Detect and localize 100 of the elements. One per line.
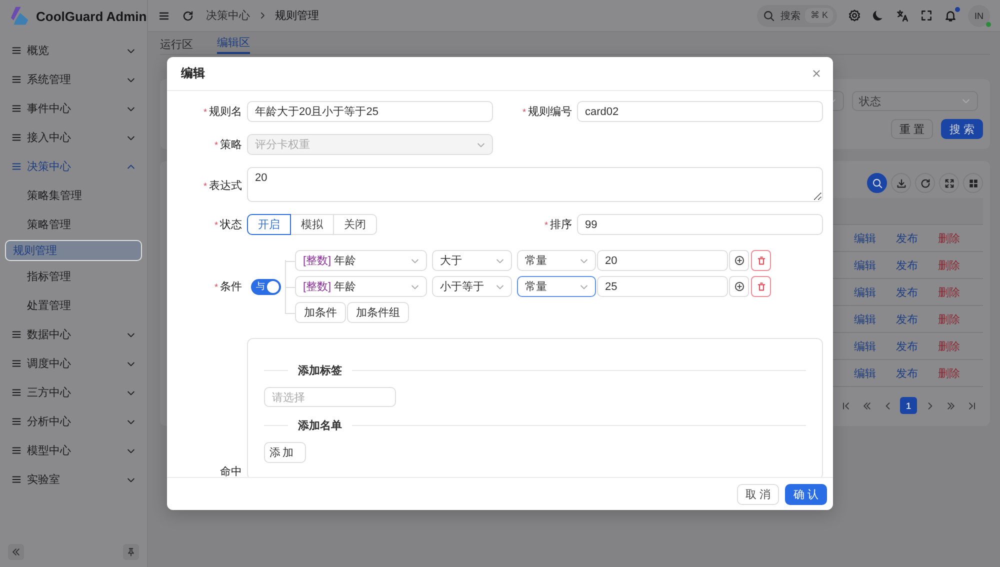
chevron-right-icon [258,11,267,20]
breadcrumb-item[interactable]: 决策中心 [206,8,250,23]
value-field[interactable]: 20 [597,250,728,271]
layout-button[interactable] [963,173,983,193]
delete-button[interactable] [751,276,771,297]
menu-item[interactable]: 接入中心 [5,123,142,152]
plus-circle-icon [734,281,744,292]
required-mark: * [203,180,207,190]
action-link[interactable]: 编辑 [854,258,876,272]
required-mark: * [203,106,207,116]
menu-icon [11,358,22,369]
logo-icon [8,5,30,27]
action-link[interactable]: 编辑 [854,338,876,354]
action-link[interactable]: 编辑 [854,284,876,300]
submenu-item[interactable]: 指标管理 [5,263,142,290]
submenu-item[interactable]: 处置管理 [5,292,142,319]
action-link[interactable]: 发布 [896,230,918,246]
logic-switch[interactable]: 与 [251,278,281,294]
add-button[interactable] [729,250,749,271]
menu-item[interactable]: 概览 [5,36,142,65]
rule-code-field[interactable]: card02 [577,101,823,122]
menu-icon [11,329,22,340]
search-button[interactable]: 搜索 [941,119,983,139]
status-option[interactable]: 关闭 [334,214,377,235]
double-chevron-right-icon [946,400,956,410]
confirm-button[interactable]: 确认 [785,484,827,504]
fullscreen-icon[interactable] [920,9,933,22]
action-link[interactable]: 发布 [896,338,918,354]
reset-button[interactable]: 重置 [891,119,933,139]
value-type-select[interactable]: 常量 [517,250,596,271]
field-label: 规则编号 [528,105,572,119]
status-option[interactable]: 模拟 [291,214,334,235]
submenu-item[interactable]: 策略集管理 [5,182,142,209]
field-select[interactable]: [整数] 年龄 [295,276,427,297]
menu-icon [11,474,22,485]
menu-item[interactable]: 模型中心 [5,436,142,465]
action-link[interactable]: 发布 [896,366,918,380]
menu-item[interactable]: 分析中心 [5,407,142,436]
expression-field[interactable]: 20 [247,167,823,202]
add-button[interactable] [729,276,749,297]
download-button[interactable] [891,173,911,193]
field-label: 条件 [220,280,242,294]
menu-item[interactable]: 调度中心 [5,349,142,378]
operator-select[interactable]: 小于等于 [432,276,512,297]
shortcut-badge: ⌘ K [805,8,833,23]
search-button[interactable]: 搜索 ⌘ K [757,4,837,26]
refresh-button[interactable] [915,173,935,193]
tab[interactable]: 编辑区 [217,35,250,54]
menu-item[interactable]: 系统管理 [5,65,142,94]
trash-icon [756,281,766,292]
menu-item[interactable]: 三方中心 [5,378,142,407]
action-link[interactable]: 发布 [896,312,918,326]
menu-icon[interactable] [158,10,170,22]
translate-icon[interactable] [896,9,909,22]
add-button[interactable]: 添加 [264,442,306,463]
menu-item[interactable]: 数据中心 [5,320,142,349]
value-type-select[interactable]: 常量 [517,276,596,297]
action-link[interactable]: 发布 [896,284,918,300]
menu-icon [11,103,22,114]
required-mark: * [214,220,218,230]
order-field[interactable]: 99 [577,214,823,235]
submenu-item[interactable]: 策略管理 [5,211,142,238]
delete-button[interactable] [751,250,771,271]
action-link[interactable]: 编辑 [854,312,876,326]
bell-icon[interactable] [944,9,957,22]
required-mark: * [214,282,218,292]
submenu-item[interactable]: 规则管理 [5,240,142,261]
status-select[interactable]: 状态 [852,91,978,111]
menu-item[interactable]: 事件中心 [5,94,142,123]
action-link[interactable]: 编辑 [854,366,876,380]
field-select[interactable]: [整数] 年龄 [295,250,427,271]
fullscreen-button[interactable] [939,173,959,193]
refresh-icon[interactable] [182,10,194,22]
action-link[interactable]: 编辑 [854,230,876,246]
menu-icon [11,445,22,456]
status-option[interactable]: 开启 [247,214,291,235]
cancel-button[interactable]: 取消 [737,484,779,504]
settings-icon[interactable] [848,9,861,22]
operator-select[interactable]: 大于 [432,250,512,271]
search-button[interactable] [867,173,887,193]
action-link[interactable]: 发布 [896,258,918,272]
menu-item[interactable]: 决策中心 [5,152,142,181]
menu-item[interactable]: 实验室 [5,465,142,494]
first-page-icon [840,400,850,410]
avatar[interactable]: IN [968,4,990,26]
moon-icon[interactable] [872,9,885,22]
add-condition-button[interactable]: 加条件 [295,302,346,323]
menu-icon [11,387,22,398]
menu-icon [11,161,22,172]
pin-button[interactable] [123,544,139,560]
close-icon [810,68,822,79]
download-icon [896,178,906,188]
page-button[interactable]: 1 [900,397,917,414]
rule-name-field[interactable]: 年龄大于20且小于等于25 [247,101,493,122]
tab[interactable]: 运行区 [160,37,193,54]
collapse-button[interactable] [8,544,24,560]
grid-icon [968,178,978,188]
value-field[interactable]: 25 [597,276,728,297]
add-condition-button[interactable]: 加条件组 [347,302,409,323]
last-page-icon [966,400,976,410]
